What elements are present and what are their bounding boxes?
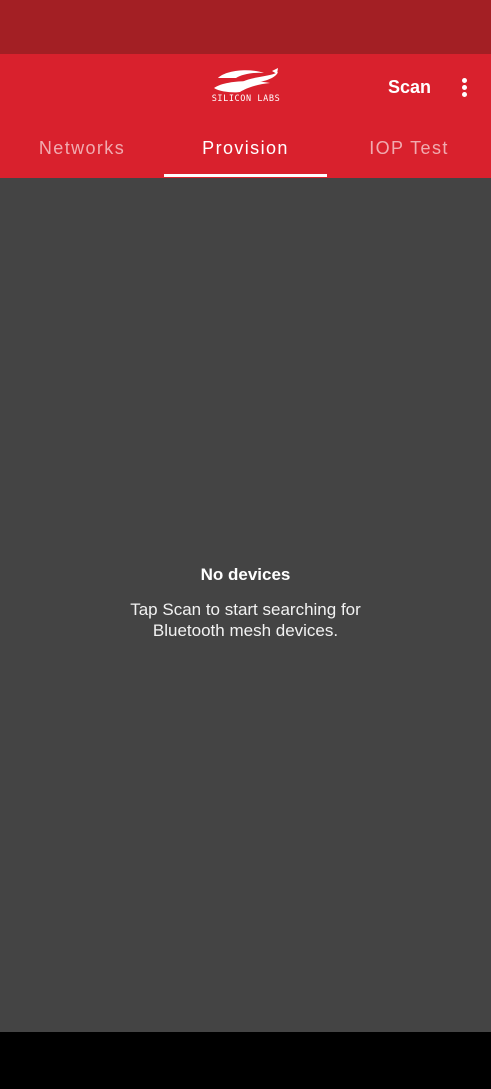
status-bar bbox=[0, 0, 491, 54]
app-bar: SILICON LABS Scan bbox=[0, 54, 491, 120]
tab-networks[interactable]: Networks bbox=[0, 120, 164, 178]
device-list-area: No devices Tap Scan to start searching f… bbox=[0, 178, 491, 1032]
empty-state-message: Tap Scan to start searching for Bluetoot… bbox=[130, 600, 361, 640]
tab-bar: Networks Provision IOP Test bbox=[0, 120, 491, 178]
active-tab-indicator bbox=[164, 174, 327, 177]
tab-iop-test[interactable]: IOP Test bbox=[327, 120, 491, 178]
empty-state-title: No devices bbox=[200, 565, 291, 584]
system-navigation-bar bbox=[0, 1032, 491, 1089]
more-dot bbox=[462, 92, 467, 97]
silicon-labs-logo: SILICON LABS bbox=[206, 68, 286, 108]
silicon-labs-logo-icon bbox=[214, 68, 278, 93]
tab-provision[interactable]: Provision bbox=[164, 120, 327, 178]
more-dot bbox=[462, 85, 467, 90]
logo-text: SILICON LABS bbox=[211, 94, 281, 104]
more-vert-icon[interactable] bbox=[452, 72, 478, 102]
scan-button[interactable]: Scan bbox=[376, 73, 443, 101]
more-dot bbox=[462, 78, 467, 83]
